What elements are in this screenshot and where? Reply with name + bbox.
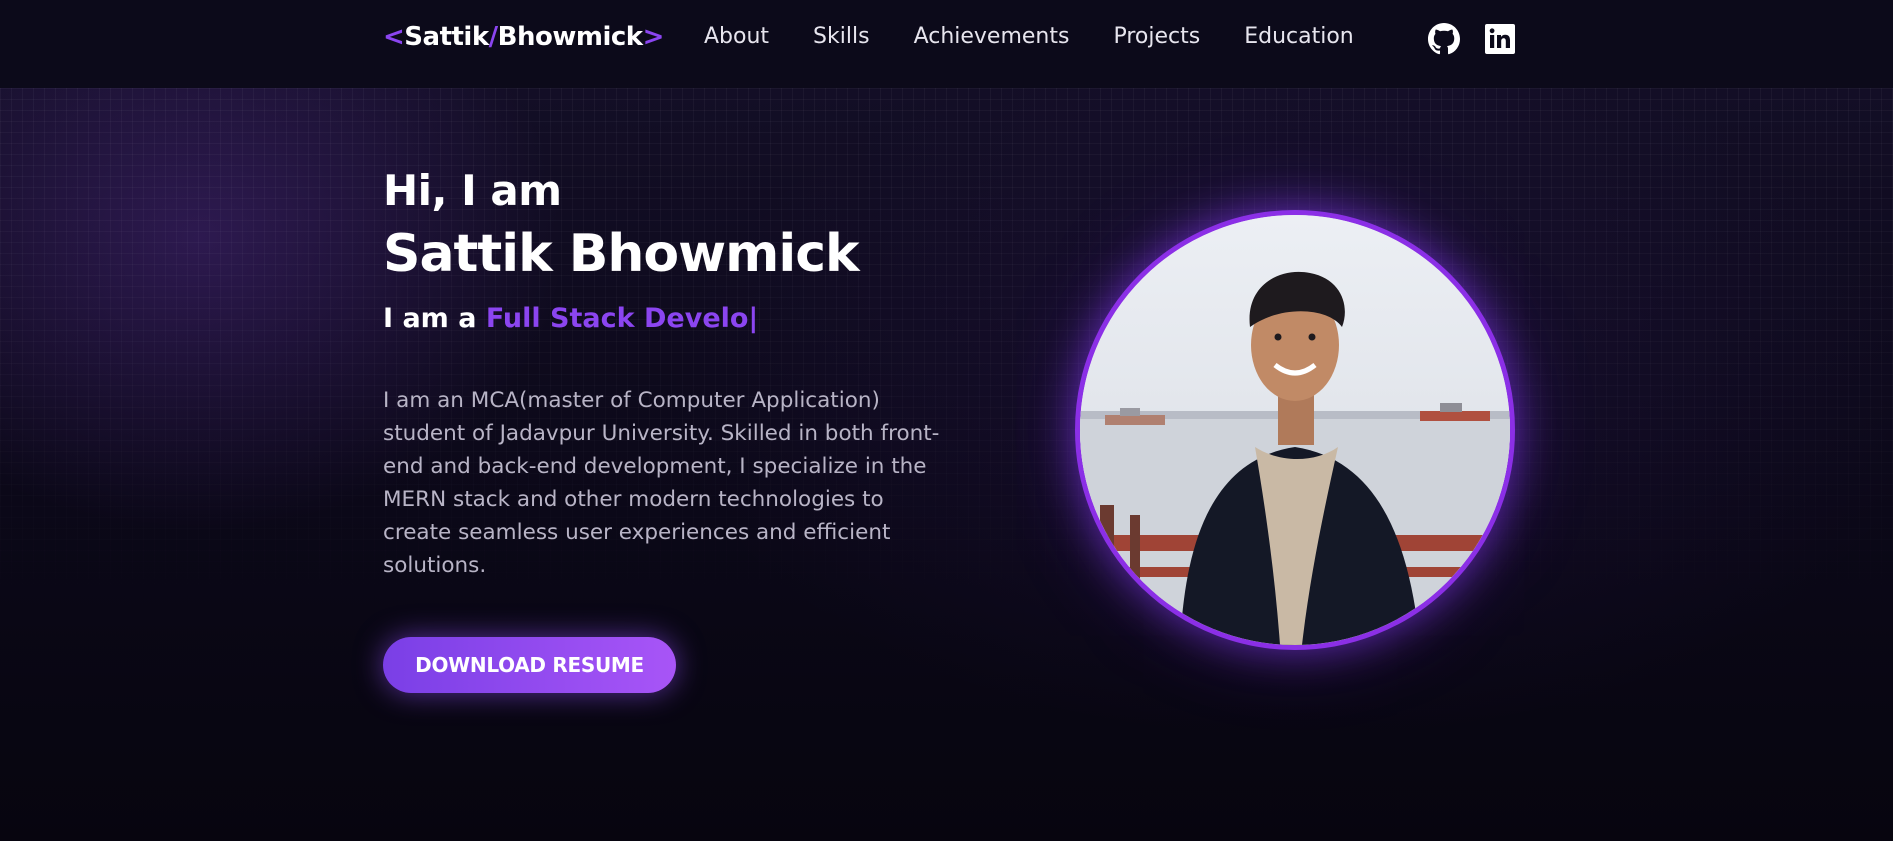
logo-slash: / [488, 22, 499, 52]
logo-open-bracket: < [383, 22, 405, 52]
nav-link-projects[interactable]: Projects [1113, 24, 1200, 49]
navbar: <Sattik/Bhowmick> About Skills Achieveme… [0, 0, 1893, 88]
nav-link-achievements[interactable]: Achievements [914, 24, 1070, 49]
role-typed-text: Full Stack Develo| [485, 303, 759, 334]
nav-links: About Skills Achievements Projects Educa… [704, 24, 1398, 49]
nav-link-education[interactable]: Education [1244, 24, 1354, 49]
profile-photo [1075, 210, 1515, 650]
site-logo[interactable]: <Sattik/Bhowmick> [383, 22, 664, 52]
hero-section: Hi, I am Sattik Bhowmick I am a Full Sta… [0, 88, 1893, 841]
hero-name: Sattik Bhowmick [383, 224, 860, 284]
profile-photo-image [1080, 215, 1510, 645]
github-icon[interactable] [1427, 22, 1461, 56]
logo-last-name: Bhowmick [497, 22, 643, 52]
logo-close-bracket: > [642, 22, 665, 52]
nav-link-about[interactable]: About [704, 24, 769, 49]
download-resume-button[interactable]: DOWNLOAD RESUME [383, 637, 676, 693]
nav-link-skills[interactable]: Skills [813, 24, 870, 49]
logo-first-name: Sattik [404, 22, 489, 52]
hero-greeting: Hi, I am [383, 166, 562, 215]
hero-role: I am a Full Stack Develo| [383, 303, 758, 334]
hero-description: I am an MCA(master of Computer Applicati… [383, 388, 940, 578]
linkedin-icon[interactable] [1483, 22, 1517, 56]
role-prefix: I am a [383, 303, 486, 334]
